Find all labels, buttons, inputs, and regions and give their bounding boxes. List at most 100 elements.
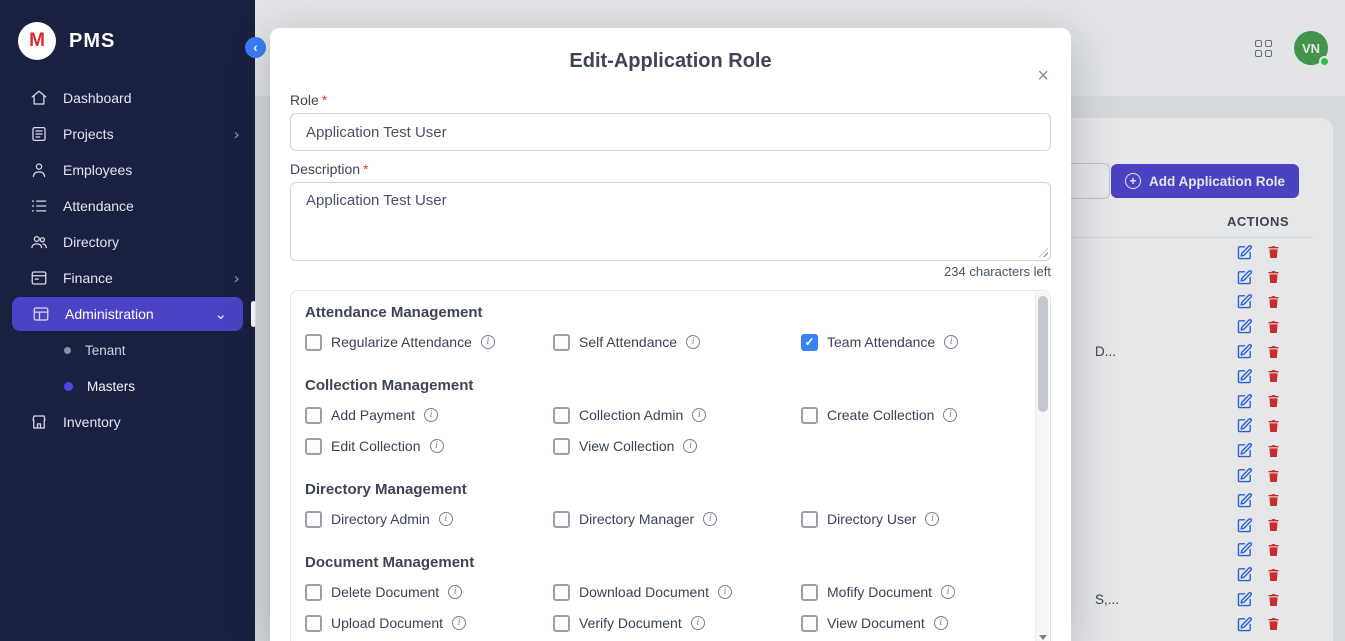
permission-group: Document ManagementDelete DocumentiDownl…: [305, 554, 1020, 632]
permission-group: Attendance Management Regularize Attendan…: [305, 304, 1020, 351]
permission-group: Collection ManagementAdd PaymentiCollect…: [305, 377, 1020, 455]
permission-label: Verify Document: [579, 615, 682, 631]
permission-checkbox-item[interactable]: Upload Document i: [305, 614, 553, 632]
sidebar-item-finance[interactable]: Finance ›: [0, 260, 255, 296]
permission-group-title: Attendance Management: [305, 304, 1020, 321]
checkbox-unchecked[interactable]: [553, 334, 570, 351]
info-icon[interactable]: i: [424, 408, 438, 422]
info-icon[interactable]: i: [934, 616, 948, 630]
permission-checkbox-item[interactable]: Directory Manageri: [553, 510, 801, 528]
permission-label: Create Collection: [827, 407, 934, 423]
edit-application-role-modal: Edit-Application Role × Role* Descriptio…: [270, 28, 1071, 641]
sidebar-item-projects[interactable]: Projects ›: [0, 116, 255, 152]
dashboard-icon: [30, 89, 48, 107]
checkbox-unchecked[interactable]: [553, 584, 570, 601]
description-field-label: Description*: [290, 161, 1051, 177]
info-icon[interactable]: i: [692, 408, 706, 422]
checkbox-unchecked[interactable]: [305, 615, 322, 632]
info-icon[interactable]: i: [430, 439, 444, 453]
permission-label: Directory Admin: [331, 511, 430, 527]
checkbox-unchecked[interactable]: [553, 615, 570, 632]
checkbox-checked[interactable]: ✓: [801, 334, 818, 351]
checkbox-unchecked[interactable]: [801, 511, 818, 528]
sidebar-item-administration[interactable]: Administration ⌄: [12, 297, 243, 331]
info-icon[interactable]: i: [686, 335, 700, 349]
checkbox-unchecked[interactable]: [305, 584, 322, 601]
permission-checkbox-item[interactable]: Add Payment i: [305, 406, 553, 424]
permission-group-title: Directory Management: [305, 481, 1020, 498]
checkbox-unchecked[interactable]: [553, 407, 570, 424]
permission-checkbox-item[interactable]: Verify Document i: [553, 614, 801, 632]
role-input[interactable]: [290, 113, 1051, 151]
description-textarea[interactable]: Application Test User: [290, 182, 1051, 261]
sidebar-nav: Dashboard Projects › Employees Attendanc…: [0, 80, 255, 440]
info-icon[interactable]: i: [703, 512, 717, 526]
permission-checkbox-item[interactable]: Directory Admin i: [305, 510, 553, 528]
permission-label: Mofify Document: [827, 584, 932, 600]
info-icon[interactable]: i: [683, 439, 697, 453]
permission-checkbox-item[interactable]: View Collectioni: [553, 437, 801, 455]
permission-label: Collection Admin: [579, 407, 683, 423]
sidebar-item-label: Directory: [63, 234, 119, 250]
chevron-right-icon: ›: [234, 271, 239, 286]
checkbox-unchecked[interactable]: [801, 615, 818, 632]
scrollbar-thumb[interactable]: [1038, 296, 1048, 412]
sidebar-item-employees[interactable]: Employees: [0, 152, 255, 188]
projects-icon: [30, 125, 48, 143]
info-icon[interactable]: i: [448, 585, 462, 599]
permission-checkbox-item[interactable]: Mofify Document i: [801, 583, 1049, 601]
permission-label: Regularize Attendance: [331, 334, 472, 350]
administration-icon: [32, 305, 50, 323]
info-icon[interactable]: i: [481, 335, 495, 349]
checkbox-unchecked[interactable]: [553, 438, 570, 455]
checkbox-unchecked[interactable]: [801, 407, 818, 424]
permission-label: Add Payment: [331, 407, 415, 423]
permission-checkbox-item[interactable]: Regularize Attendance i: [305, 333, 553, 351]
info-icon[interactable]: i: [439, 512, 453, 526]
info-icon[interactable]: i: [925, 512, 939, 526]
chevron-right-icon: ›: [234, 127, 239, 142]
sidebar-item-label: Dashboard: [63, 90, 132, 106]
sidebar-item-masters[interactable]: Masters: [0, 368, 255, 404]
checkbox-unchecked[interactable]: [305, 407, 322, 424]
bullet-icon: [64, 382, 73, 391]
sidebar-item-tenant[interactable]: Tenant: [0, 332, 255, 368]
collapse-sidebar-button[interactable]: ‹: [245, 37, 266, 58]
scrollbar-down-arrow-icon[interactable]: [1039, 635, 1047, 640]
permission-checkbox-item[interactable]: ✓Team Attendancei: [801, 333, 1049, 351]
description-label-text: Description: [290, 161, 360, 177]
close-icon[interactable]: ×: [1037, 66, 1049, 86]
info-icon[interactable]: i: [943, 408, 957, 422]
permission-checkbox-item[interactable]: Edit Collectioni: [305, 437, 553, 455]
permission-checkbox-item[interactable]: Create Collection i: [801, 406, 1049, 424]
permission-checkbox-item[interactable]: Download Document i: [553, 583, 801, 601]
sidebar-item-label: Projects: [63, 126, 114, 142]
permission-checkbox-item[interactable]: View Document i: [801, 614, 1049, 632]
modal-title: Edit-Application Role: [290, 28, 1051, 73]
sidebar-item-directory[interactable]: Directory: [0, 224, 255, 260]
permission-label: View Document: [827, 615, 925, 631]
permission-label: Download Document: [579, 584, 709, 600]
checkbox-unchecked[interactable]: [305, 334, 322, 351]
checkbox-unchecked[interactable]: [305, 438, 322, 455]
permission-checkbox-item[interactable]: Collection Admin i: [553, 406, 801, 424]
sidebar-item-inventory[interactable]: Inventory: [0, 404, 255, 440]
checkbox-unchecked[interactable]: [305, 511, 322, 528]
info-icon[interactable]: i: [452, 616, 466, 630]
checkbox-unchecked[interactable]: [553, 511, 570, 528]
permission-checkbox-item[interactable]: Delete Documenti: [305, 583, 553, 601]
permission-checkbox-item[interactable]: Directory Useri: [801, 510, 1049, 528]
info-icon[interactable]: i: [941, 585, 955, 599]
permissions-scrollbar[interactable]: [1035, 292, 1049, 641]
info-icon[interactable]: i: [944, 335, 958, 349]
characters-left-counter: 234 characters left: [290, 264, 1051, 279]
info-icon[interactable]: i: [691, 616, 705, 630]
permission-group: Directory ManagementDirectory AdminiDire…: [305, 481, 1020, 528]
permission-label: Upload Document: [331, 615, 443, 631]
logo-monogram-icon: M: [18, 22, 56, 60]
sidebar-item-attendance[interactable]: Attendance: [0, 188, 255, 224]
checkbox-unchecked[interactable]: [801, 584, 818, 601]
permission-checkbox-item[interactable]: Self Attendancei: [553, 333, 801, 351]
info-icon[interactable]: i: [718, 585, 732, 599]
sidebar-item-dashboard[interactable]: Dashboard: [0, 80, 255, 116]
